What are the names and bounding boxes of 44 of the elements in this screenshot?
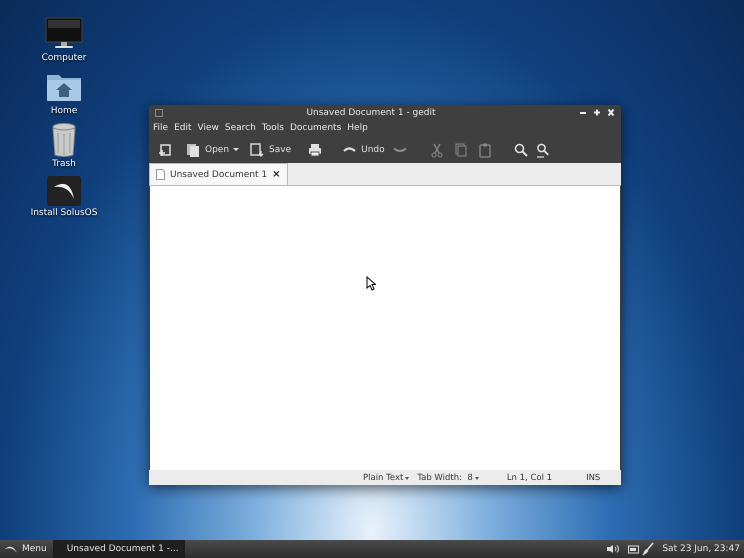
desktop-icon-label[interactable]: Trash	[52, 159, 76, 169]
menu-item[interactable]: Help	[344, 123, 371, 133]
toolbar-button[interactable]: Undo	[339, 140, 387, 160]
menu-item[interactable]: Tools	[258, 123, 287, 133]
installer-icon	[44, 175, 84, 207]
menu-item[interactable]: Documents	[286, 123, 344, 133]
speaker-icon	[606, 544, 620, 554]
taskbar-task[interactable]: Unsaved Document 1 -...	[52, 540, 185, 558]
scissors-icon	[428, 142, 445, 158]
clipboard-icon	[476, 142, 493, 158]
menu-item[interactable]: File	[150, 123, 172, 133]
printer-icon	[307, 142, 324, 158]
copy-icon	[452, 142, 469, 158]
cursor-position: Ln 1, Col 1	[506, 472, 552, 482]
desktop-icon-label[interactable]: Home	[50, 106, 78, 116]
toolbar-button[interactable]: Save	[247, 140, 294, 160]
save-document-icon	[249, 142, 266, 158]
battery-icon	[628, 544, 640, 554]
window-menu-icon	[155, 108, 163, 116]
search-icon	[512, 142, 529, 158]
window-title: Unsaved Document 1 - gedit	[305, 108, 437, 118]
desktop-icon-label[interactable]: Install SolusOS	[30, 208, 98, 218]
search-replace-icon	[534, 142, 551, 158]
mouse-pointer-icon	[366, 276, 376, 291]
language-selector[interactable]: Plain Text	[363, 472, 404, 482]
desktop-icon-label[interactable]: Computer	[42, 53, 86, 63]
insert-mode: INS	[586, 472, 600, 482]
close-tab-button[interactable]: ×	[272, 169, 281, 180]
menu-item[interactable]: Edit	[171, 123, 194, 133]
toolbar-button[interactable]	[231, 146, 242, 153]
maximize-icon	[593, 108, 601, 117]
menu-item[interactable]: Search	[222, 123, 259, 133]
document-tab[interactable]: Unsaved Document 1 ×	[149, 163, 288, 185]
toolbar-button[interactable]: Open	[183, 140, 232, 160]
documents-icon	[185, 142, 201, 158]
menu-button[interactable]: Menu	[0, 540, 53, 558]
network-plug-icon	[642, 542, 654, 556]
close-icon	[607, 108, 615, 117]
new-document-icon	[157, 142, 173, 158]
caret-icon	[233, 148, 240, 151]
document-icon	[156, 169, 165, 180]
menu-item[interactable]: View	[194, 123, 222, 133]
clock[interactable]: Sat 23 Jun, 23:47	[662, 544, 740, 554]
tab-width-selector[interactable]: Tab Width: 8	[417, 472, 473, 482]
